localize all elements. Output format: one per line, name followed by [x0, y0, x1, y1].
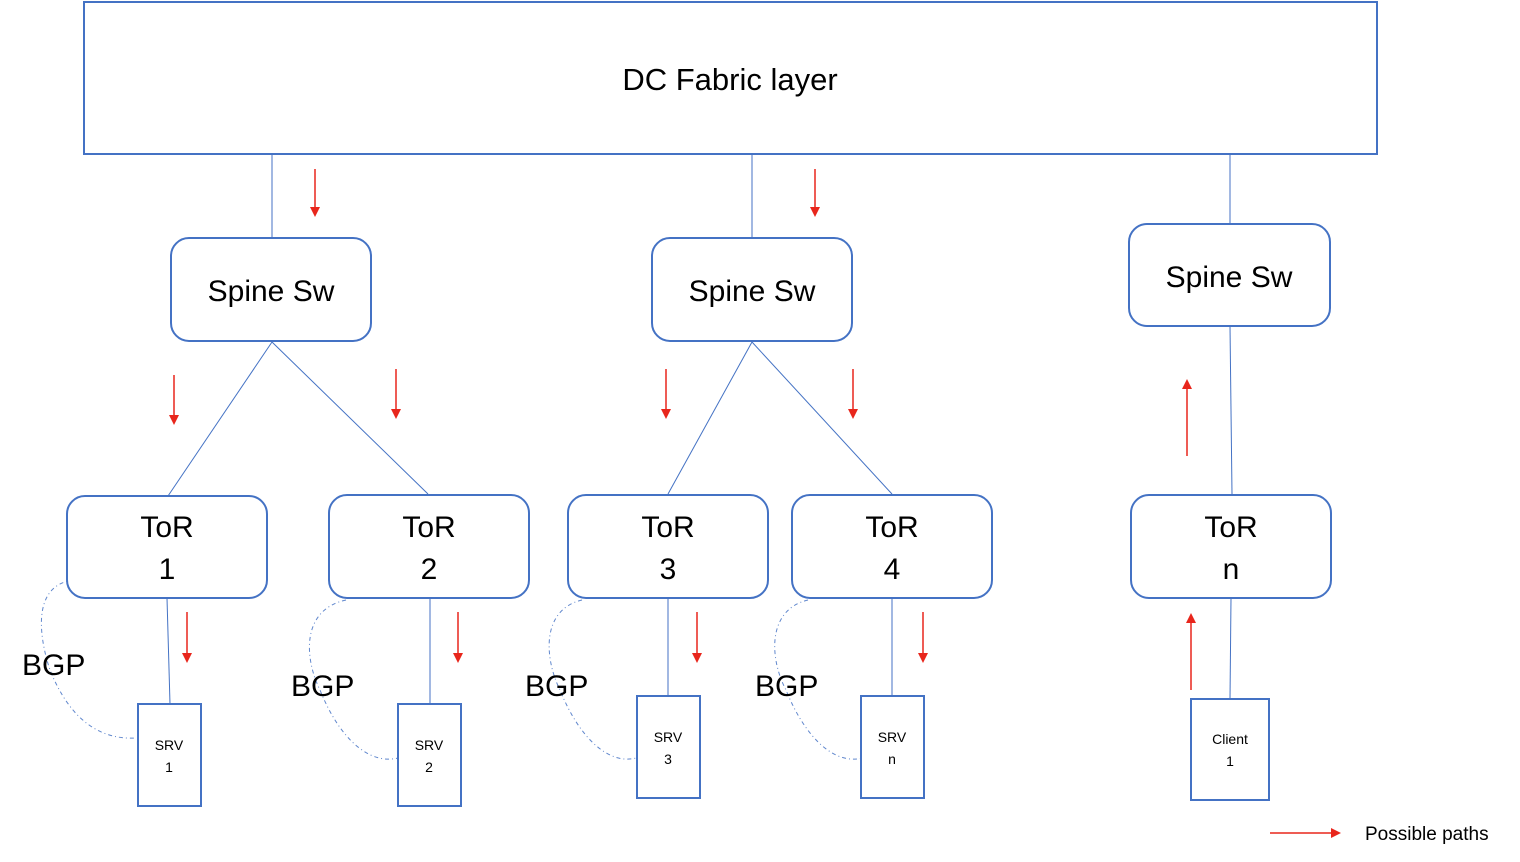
tor-1-line1: ToR	[140, 511, 193, 544]
network-diagram: DC Fabric layer Spine Sw Spine Sw Spine …	[22, 1, 1489, 845]
tor-switch-3[interactable]: ToR 3	[567, 494, 769, 599]
tor-4-line2: 4	[884, 553, 901, 586]
srv-2-box	[397, 703, 462, 807]
tor-2-line2: 2	[421, 553, 438, 586]
spine-switch-2[interactable]: Spine Sw	[651, 237, 853, 342]
srv-1-box	[137, 703, 202, 807]
srv-2-line2: 2	[425, 759, 433, 775]
dc-fabric-layer[interactable]: DC Fabric layer	[83, 1, 1378, 155]
client-1-line1: Client	[1212, 731, 1248, 747]
link-spine-1-tor-1	[167, 341, 273, 497]
link-tor-n-client-1	[1229, 597, 1232, 700]
tor-switch-n[interactable]: ToR n	[1130, 494, 1332, 599]
tor-3-line2: 3	[660, 553, 677, 586]
spine-2-label: Spine Sw	[689, 275, 816, 308]
tor-switch-1[interactable]: ToR 1	[66, 495, 268, 599]
fabric-label: DC Fabric layer	[622, 62, 837, 97]
tor-switch-2[interactable]: ToR 2	[328, 494, 530, 599]
server-1[interactable]: SRV 1	[137, 703, 202, 807]
client-1-line2: 1	[1226, 753, 1234, 769]
tor-2-line1: ToR	[402, 511, 455, 544]
tor-n-line1: ToR	[1204, 511, 1257, 544]
bgp-label-4: BGP	[755, 670, 818, 703]
client-1[interactable]: Client 1	[1190, 698, 1270, 801]
srv-n-line2: n	[888, 751, 896, 767]
srv-3-line1: SRV	[654, 729, 683, 745]
tor-3-line1: ToR	[641, 511, 694, 544]
server-3[interactable]: SRV 3	[636, 695, 701, 799]
link-tor-1-srv-1	[166, 597, 171, 705]
srv-n-line1: SRV	[878, 729, 907, 745]
tor-switch-4[interactable]: ToR 4	[791, 494, 993, 599]
tor-1-line2: 1	[159, 553, 176, 586]
legend-label: Possible paths	[1365, 824, 1489, 845]
bgp-label-3: BGP	[525, 670, 588, 703]
link-spine-1-tor-2	[271, 341, 429, 495]
srv-3-line2: 3	[664, 751, 672, 767]
tor-n-line2: n	[1223, 553, 1240, 586]
spine-3-label: Spine Sw	[1166, 261, 1293, 294]
srv-1-line2: 1	[165, 759, 173, 775]
server-n[interactable]: SRV n	[860, 695, 925, 799]
bgp-label-2: BGP	[291, 670, 354, 703]
link-spine-2-tor-4	[751, 341, 893, 495]
link-spine-2-tor-3	[667, 341, 753, 495]
server-2[interactable]: SRV 2	[397, 703, 462, 807]
client-1-box	[1190, 698, 1270, 801]
srv-3-box	[636, 695, 701, 799]
bgp-label-1: BGP	[22, 649, 85, 682]
srv-n-box	[860, 695, 925, 799]
spine-1-label: Spine Sw	[208, 275, 335, 308]
legend: Possible paths	[1270, 824, 1489, 845]
tor-4-line1: ToR	[865, 511, 918, 544]
spine-switch-3[interactable]: Spine Sw	[1128, 223, 1331, 327]
srv-2-line1: SRV	[415, 737, 444, 753]
srv-1-line1: SRV	[155, 737, 184, 753]
spine-switch-1[interactable]: Spine Sw	[170, 237, 372, 342]
link-spine-3-tor-n	[1229, 325, 1233, 495]
